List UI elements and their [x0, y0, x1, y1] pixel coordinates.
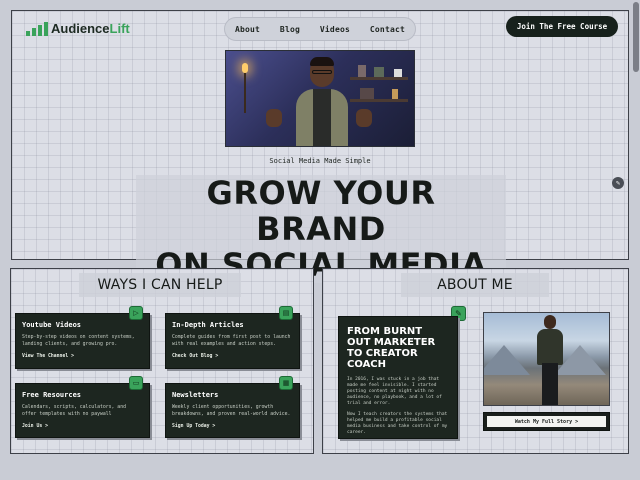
shelf-item	[360, 88, 374, 99]
play-icon: ▷	[129, 306, 143, 320]
edit-icon[interactable]: ✎	[612, 177, 624, 189]
article-icon: ▤	[279, 306, 293, 320]
mountain-graphic	[484, 345, 530, 375]
about-photo	[483, 312, 610, 406]
hero-section: AudienceLift About Blog Videos Contact J…	[11, 10, 629, 283]
person-graphic	[536, 315, 564, 405]
logo-bars-icon	[26, 21, 48, 36]
lamp-stand-graphic	[244, 73, 246, 113]
about-title: ABOUT ME	[401, 273, 549, 297]
card-desc: Weekly client opportunities, growth brea…	[172, 405, 291, 417]
nav-about[interactable]: About	[235, 25, 260, 34]
watch-story-label: Watch My Full Story >	[487, 416, 606, 427]
join-us-link[interactable]: Join Us >	[22, 424, 143, 429]
card-in-depth-articles[interactable]: ▤ In-Depth Articles Complete guides from…	[165, 306, 300, 369]
check-blog-link[interactable]: Check Out Blog >	[172, 354, 293, 359]
view-channel-link[interactable]: View The Channel >	[22, 354, 143, 359]
hero-headline: GROW YOUR BRAND ON SOCIAL MEDIA	[136, 175, 506, 283]
shelf-graphic	[350, 77, 408, 80]
ways-title: WAYS I CAN HELP	[79, 273, 241, 297]
newsletter-icon: ▦	[279, 376, 293, 390]
about-heading: FROM BURNT OUT MARKETER TO CREATOR COACH	[347, 326, 436, 370]
card-desc: Complete guides from first post to launc…	[172, 335, 291, 347]
card-desc: Calendars, scripts, calculators, and off…	[22, 405, 126, 417]
page-scrollbar[interactable]	[633, 2, 639, 72]
about-story-card: FROM BURNT OUT MARKETER TO CREATOR COACH…	[338, 316, 458, 439]
ways-section: WAYS I CAN HELP ▷ Youtube Videos Step-by…	[10, 268, 314, 454]
shelf-graphic	[350, 99, 408, 102]
chat-icon: ▭	[129, 376, 143, 390]
watch-story-button[interactable]: Watch My Full Story >	[483, 412, 610, 431]
shelf-item	[358, 65, 366, 77]
headline-line-1: GROW YOUR BRAND	[206, 174, 436, 248]
about-section: ABOUT ME ✎ FROM BURNT OUT MARKETER TO CR…	[322, 268, 629, 454]
nav-videos[interactable]: Videos	[320, 25, 350, 34]
join-course-button[interactable]: Join The Free Course	[506, 16, 618, 37]
hero-video[interactable]	[225, 50, 415, 147]
card-newsletters[interactable]: ▦ Newsletters Weekly client opportunitie…	[165, 376, 300, 438]
shelf-item	[394, 69, 402, 77]
about-paragraph-2: Now I teach creators the systems that he…	[347, 412, 448, 435]
hand-graphic	[356, 109, 372, 127]
card-desc: Step-by-step videos on content systems, …	[22, 335, 135, 347]
card-title: Youtube Videos	[22, 321, 82, 329]
card-free-resources[interactable]: ▭ Free Resources Calendars, scripts, cal…	[15, 376, 150, 438]
about-paragraph-1: In 2016, I was stuck in a job that made …	[347, 377, 442, 406]
lamp-graphic	[242, 63, 248, 73]
logo-text: AudienceLift	[51, 21, 130, 36]
logo[interactable]: AudienceLift	[26, 21, 130, 36]
card-title: Newsletters	[172, 391, 219, 399]
hand-graphic	[266, 109, 282, 127]
shelf-item	[392, 89, 398, 99]
nav-blog[interactable]: Blog	[280, 25, 300, 34]
card-title: In-Depth Articles	[172, 321, 244, 329]
card-title: Free Resources	[22, 391, 82, 399]
sign-up-link[interactable]: Sign Up Today >	[172, 424, 293, 429]
nav-contact[interactable]: Contact	[370, 25, 405, 34]
card-youtube-videos[interactable]: ▷ Youtube Videos Step-by-step videos on …	[15, 306, 150, 369]
presenter-graphic	[294, 57, 350, 146]
shelf-item	[374, 67, 384, 77]
hero-tagline: Social Media Made Simple	[269, 157, 371, 165]
main-nav: About Blog Videos Contact	[224, 17, 416, 41]
